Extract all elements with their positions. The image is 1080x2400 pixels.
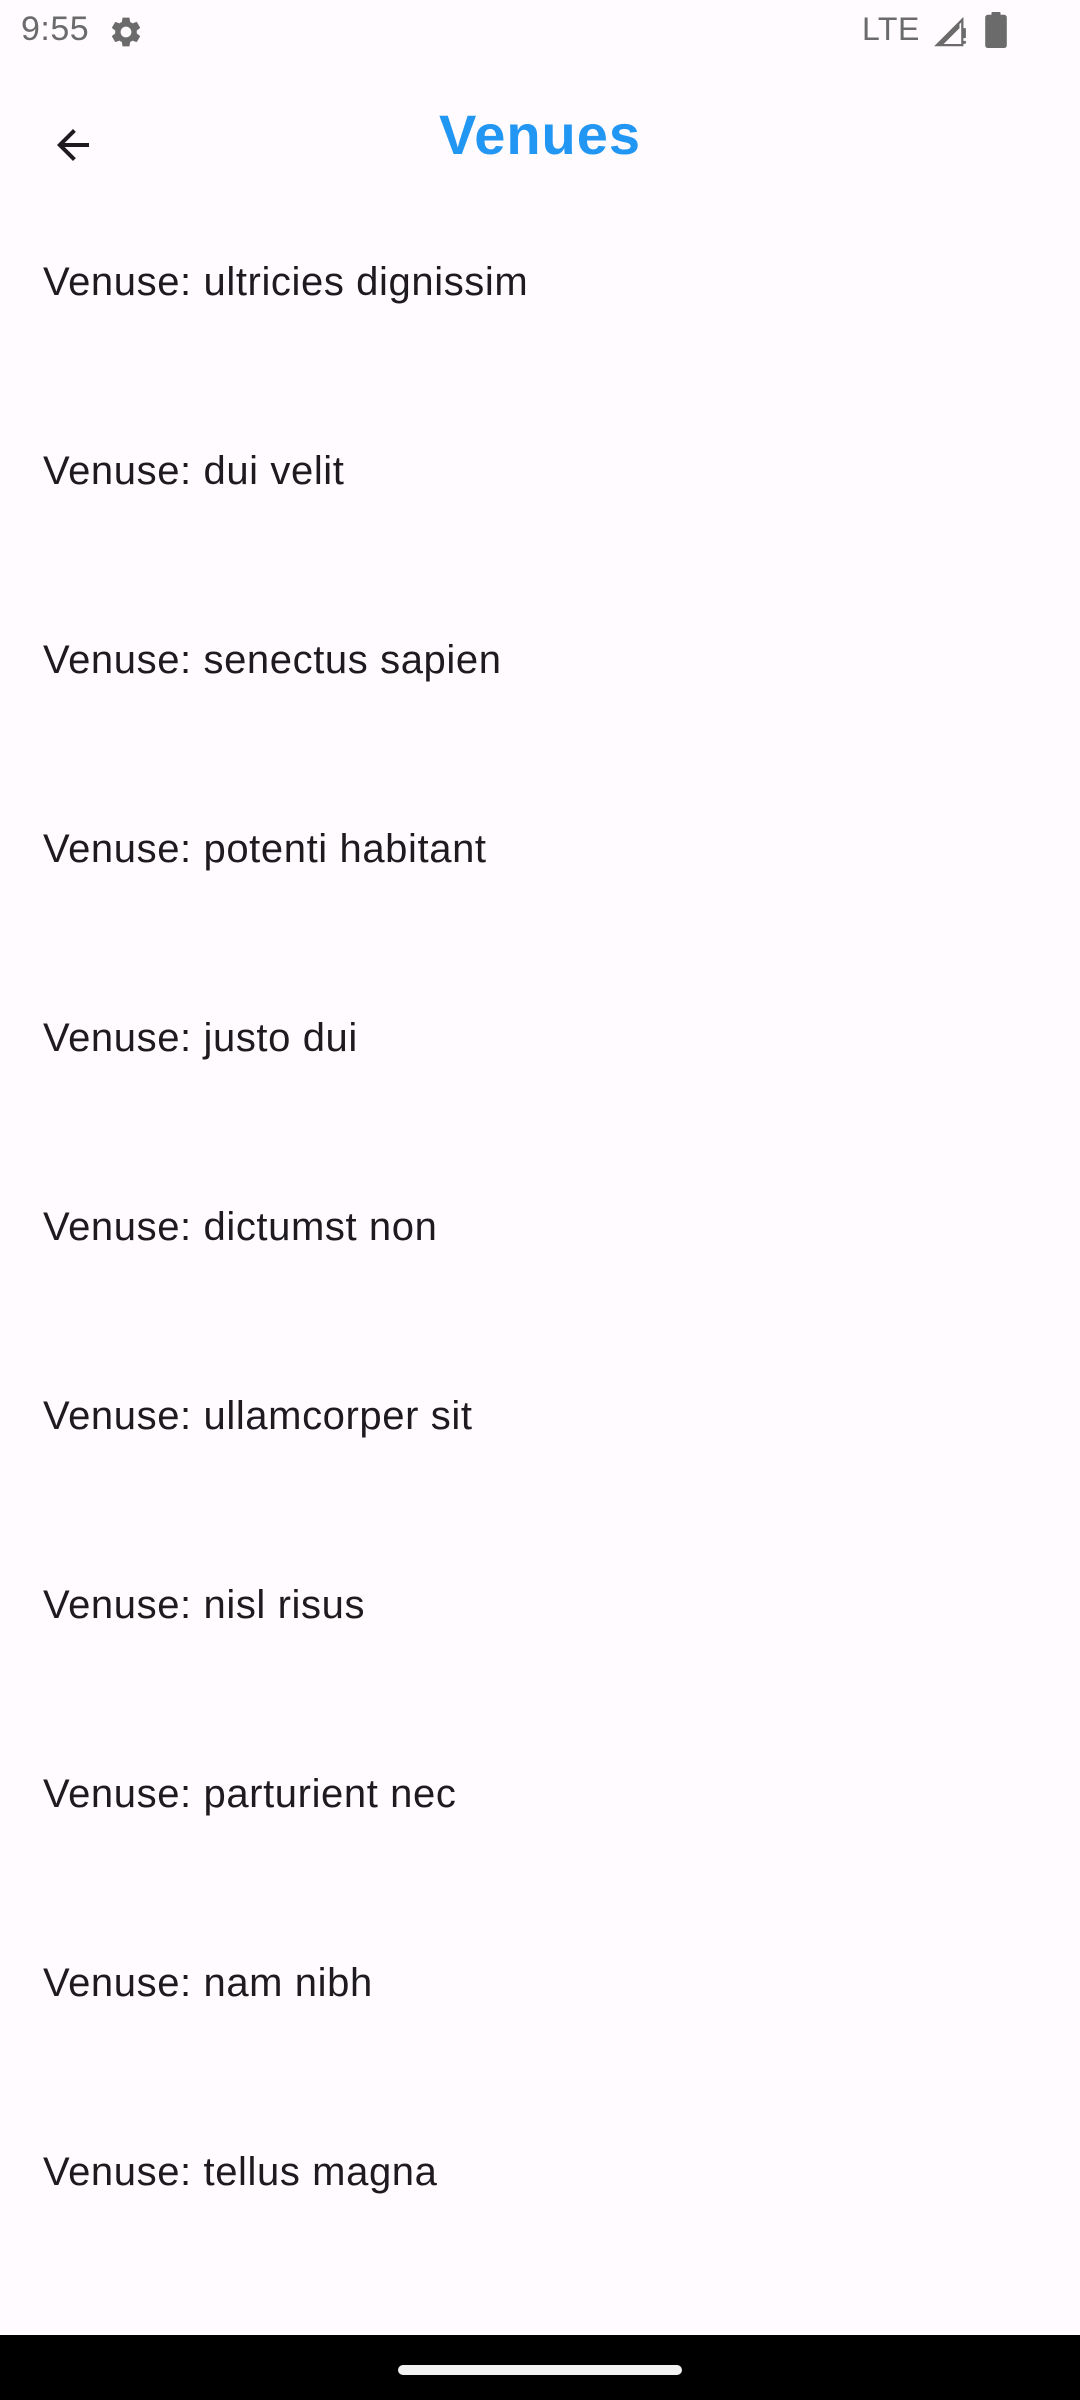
signal-icon — [934, 16, 966, 47]
list-item-label: Venuse: potenti habitant — [43, 827, 487, 871]
list-item-label: Venuse: senectus sapien — [43, 638, 502, 682]
list-item[interactable]: Venuse: senectus sapien — [0, 566, 1080, 755]
list-item-label: Venuse: nisl risus — [43, 1583, 366, 1627]
list-item[interactable]: Venuse: justo dui — [0, 944, 1080, 1133]
list-item-label: Venuse: justo dui — [43, 1016, 358, 1060]
status-bar: 9:55 LTE — [0, 0, 1080, 64]
venues-screen: 9:55 LTE Venues Venuse: ultricies dignis… — [0, 0, 1080, 2400]
list-item[interactable]: Venuse: ultricies dignissim — [0, 188, 1080, 377]
list-item-label: Venuse: nam nibh — [43, 1961, 373, 2005]
list-item-label: Venuse: ullamcorper sit — [43, 1394, 473, 1438]
battery-icon — [985, 12, 1007, 48]
gear-icon — [111, 17, 141, 47]
home-indicator[interactable] — [398, 2365, 682, 2375]
list-item[interactable]: Venuse: dictumst non — [0, 1133, 1080, 1322]
list-item-label: Venuse: parturient nec — [43, 1772, 457, 1816]
status-time: 9:55 — [21, 10, 90, 48]
list-item[interactable]: Venuse: ullamcorper sit — [0, 1322, 1080, 1511]
network-type-label: LTE — [862, 11, 920, 47]
venue-list: Venuse: ultricies dignissim Venuse: dui … — [0, 188, 1080, 2267]
list-item[interactable]: Venuse: nam nibh — [0, 1889, 1080, 2078]
list-item[interactable]: Venuse: nisl risus — [0, 1511, 1080, 1700]
list-item[interactable]: Venuse: potenti habitant — [0, 755, 1080, 944]
app-bar: Venues — [0, 64, 1080, 208]
list-item-label: Venuse: tellus magna — [43, 2150, 438, 2194]
list-item[interactable]: Venuse: dui velit — [0, 377, 1080, 566]
list-item-label: Venuse: ultricies dignissim — [43, 260, 529, 304]
list-item[interactable]: Venuse: tellus magna — [0, 2078, 1080, 2267]
navigation-bar — [0, 2335, 1080, 2400]
list-item[interactable]: Venuse: parturient nec — [0, 1700, 1080, 1889]
list-item-label: Venuse: dictumst non — [43, 1205, 438, 1249]
list-item-label: Venuse: dui velit — [43, 449, 345, 493]
page-title: Venues — [438, 103, 642, 166]
